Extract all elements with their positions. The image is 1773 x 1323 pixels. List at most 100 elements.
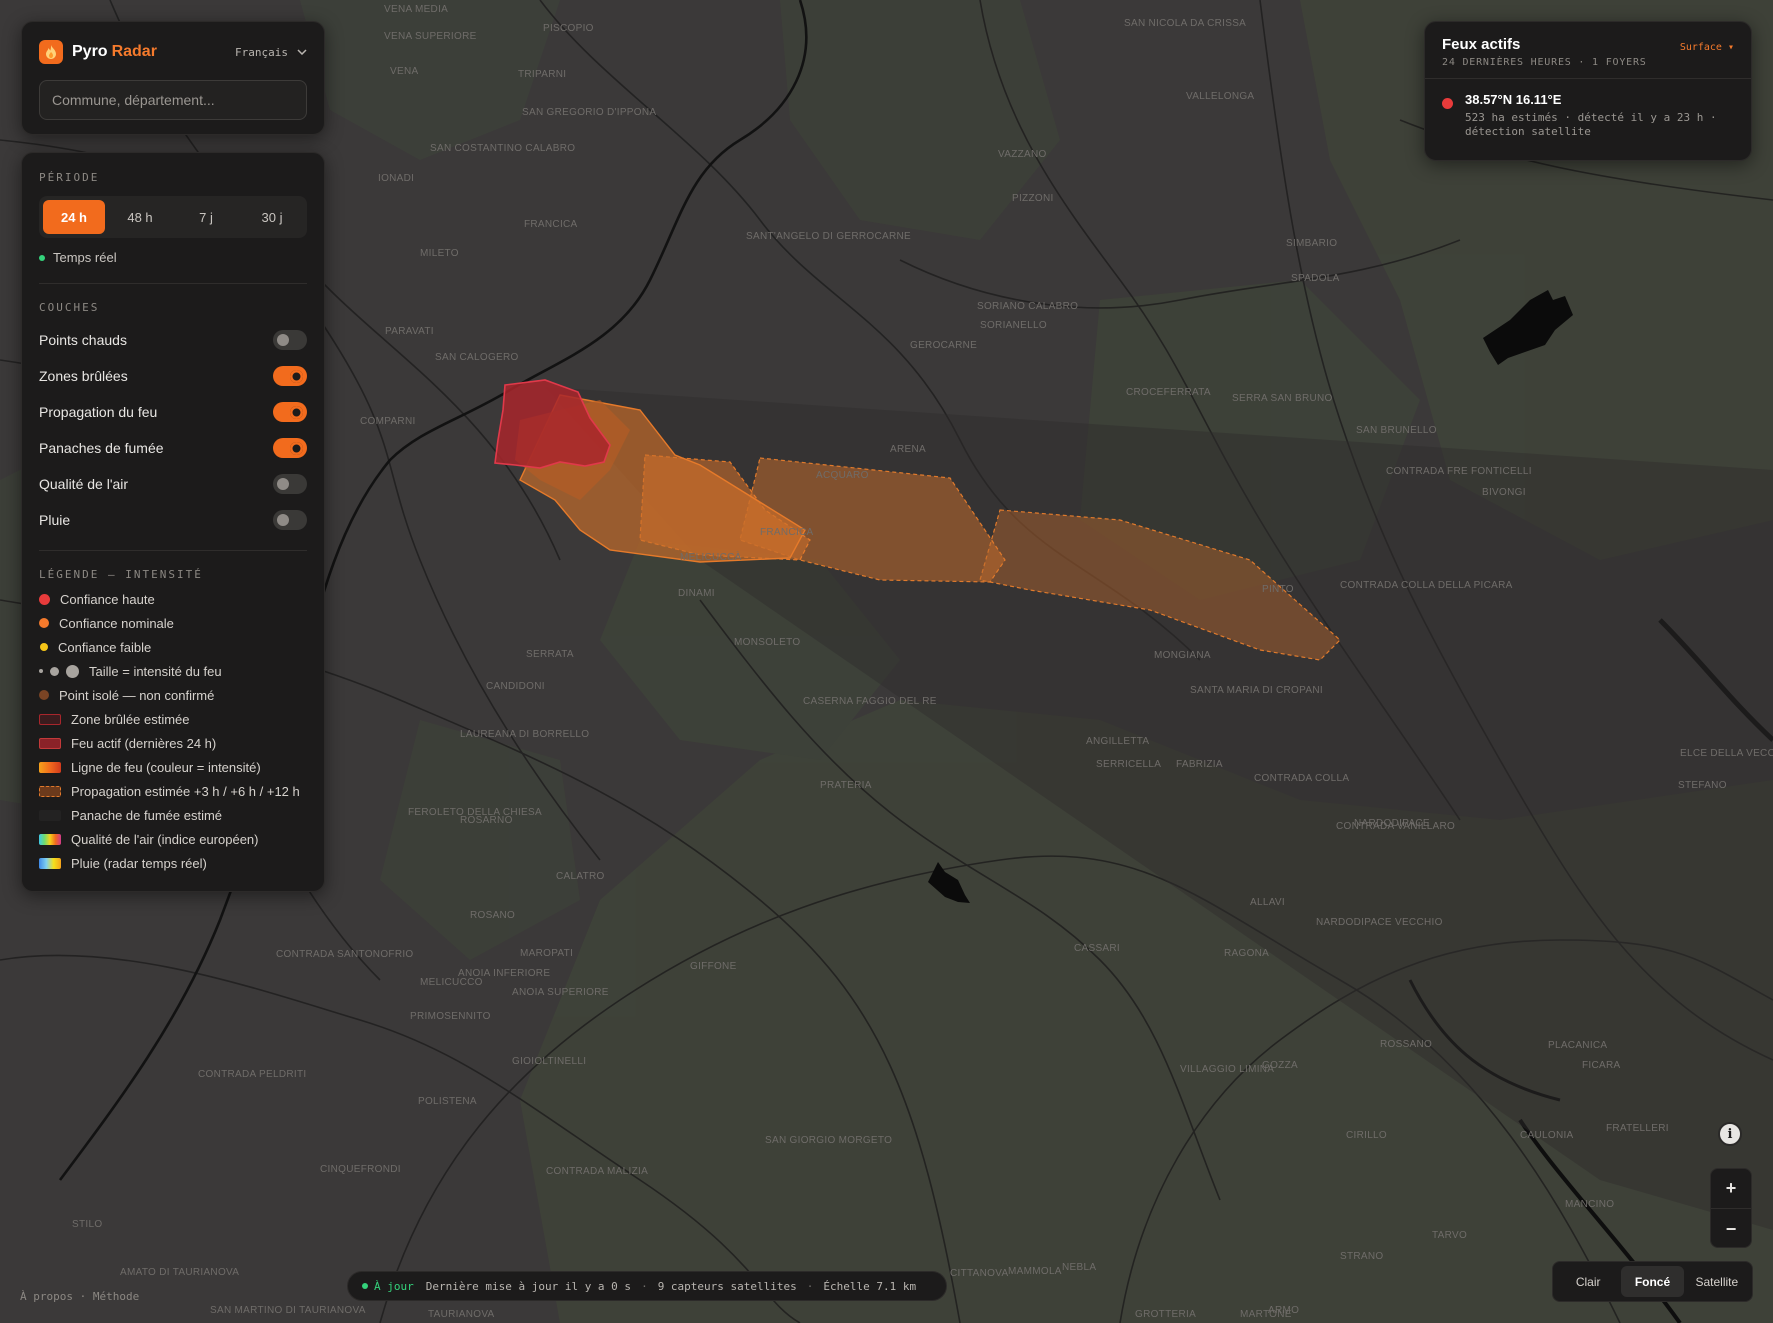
place-label: CROCEFERRATA	[1126, 387, 1211, 398]
smoke-swatch-icon	[39, 809, 61, 821]
status-ok: À jour	[362, 1280, 414, 1293]
place-label: FABRIZIA	[1176, 759, 1223, 770]
legend-label: Feu actif (dernières 24 h)	[71, 735, 217, 751]
place-label: LAUREANA DI BORRELLO	[460, 729, 590, 740]
basemap-dark[interactable]: Foncé	[1621, 1266, 1684, 1297]
toggle-smoke-plumes[interactable]	[273, 438, 307, 458]
place-label: MONSOLETO	[734, 637, 801, 648]
legend-label: Propagation estimée +3 h / +6 h / +12 h	[71, 783, 300, 799]
legend-label: Confiance haute	[60, 591, 155, 607]
legend-item: Propagation estimée +3 h / +6 h / +12 h	[39, 779, 307, 803]
sort-dropdown[interactable]: Surface ▾	[1680, 42, 1734, 68]
brand-accent: Radar	[111, 43, 157, 60]
place-label: CAULONIA	[1520, 1130, 1574, 1141]
legend-label: Confiance nominale	[59, 615, 174, 631]
legend-item: Zone brûlée estimée	[39, 707, 307, 731]
language-select[interactable]: Français	[235, 46, 307, 59]
method-link[interactable]: Méthode	[93, 1290, 139, 1303]
layer-smoke-plumes[interactable]: Panaches de fumée	[39, 430, 307, 466]
fire-detail-line: 523 ha estimés · détecté il y a 23 h ·	[1465, 111, 1717, 124]
brand-panel: Pyro Radar Français	[21, 21, 325, 135]
place-label: SAN NICOLA DA CRISSA	[1124, 18, 1247, 29]
place-label: SANTA MARIA DI CROPANI	[1190, 685, 1323, 696]
place-label: SORIANELLO	[980, 320, 1047, 331]
place-label: NARDODIPACE	[1354, 818, 1430, 829]
zoom-out-button[interactable]: −	[1711, 1209, 1751, 1249]
about-link[interactable]: À propos	[20, 1290, 73, 1303]
search-input[interactable]	[39, 80, 307, 120]
controls-panel: PÉRIODE 24 h 48 h 7 j 30 j Temps réel CO…	[21, 152, 325, 892]
place-label: SANT'ANGELO DI GERROCARNE	[746, 231, 911, 242]
place-label: CONTRADA SANTONOFRIO	[276, 949, 414, 960]
place-label: SPADOLA	[1291, 273, 1340, 284]
layer-rain[interactable]: Pluie	[39, 502, 307, 538]
toggle-hotspots[interactable]	[273, 330, 307, 350]
period-7d[interactable]: 7 j	[175, 200, 237, 234]
place-label: SERRICELLA	[1096, 759, 1162, 770]
place-label: VALLELONGA	[1186, 91, 1255, 102]
place-label: MILETO	[420, 248, 459, 259]
place-label: PIZZONI	[1012, 193, 1054, 204]
legend-title: LÉGENDE — INTENSITÉ	[39, 568, 203, 581]
basemap-satellite[interactable]: Satellite	[1686, 1266, 1748, 1297]
fire-list-item[interactable]: 38.57°N 16.11°E 523 ha estimés · détecté…	[1425, 79, 1751, 152]
realtime-indicator: Temps réel	[39, 250, 307, 265]
place-label: CASERNA FAGGIO DEL RE	[803, 696, 937, 707]
status-sensors: 9 capteurs satellites	[657, 1279, 797, 1293]
place-label: GOZZA	[1262, 1060, 1298, 1071]
fire-dot-icon	[1442, 98, 1453, 109]
place-label: CANDIDONI	[486, 681, 545, 692]
place-label: BIVONGI	[1482, 487, 1526, 498]
place-label: SAN CALOGERO	[435, 352, 519, 363]
place-label: FICARA	[1582, 1060, 1621, 1071]
layer-label: Zones brûlées	[39, 368, 128, 384]
fire-detail-line: détection satellite	[1465, 125, 1591, 138]
period-24h[interactable]: 24 h	[43, 200, 105, 234]
place-label: SIMBARIO	[1286, 238, 1338, 249]
basemap-light[interactable]: Clair	[1557, 1266, 1619, 1297]
legend-label: Panache de fumée estimé	[71, 807, 223, 823]
place-label: MANCINO	[1565, 1199, 1615, 1210]
period-48h[interactable]: 48 h	[109, 200, 171, 234]
place-label: CIRILLO	[1346, 1130, 1388, 1141]
place-label: SAN GREGORIO D'IPPONA	[522, 107, 657, 118]
place-label: GIOIOLTINELLI	[512, 1056, 587, 1067]
fire-detail: 523 ha estimés · détecté il y a 23 h · d…	[1465, 111, 1717, 139]
period-30d[interactable]: 30 j	[241, 200, 303, 234]
info-icon[interactable]: i	[1718, 1122, 1742, 1146]
fires-subtitle: 24 DERNIÈRES HEURES · 1 FOYERS	[1442, 57, 1647, 68]
toggle-fire-spread[interactable]	[273, 402, 307, 422]
flame-icon	[39, 40, 63, 64]
place-label: VILLAGGIO LIMINA	[1180, 1064, 1275, 1075]
place-label: CASSARI	[1074, 943, 1121, 954]
toggle-burned-areas[interactable]	[273, 366, 307, 386]
place-label: GEROCARNE	[910, 340, 978, 351]
zoom-in-button[interactable]: +	[1711, 1169, 1751, 1209]
chevron-down-icon	[297, 49, 307, 55]
place-label: SORIANO CALABRO	[977, 301, 1079, 312]
place-label: DINAMI	[678, 588, 715, 599]
place-label: NARDODIPACE VECCHIO	[1316, 917, 1443, 928]
place-label: SERRA SAN BRUNO	[1232, 393, 1333, 404]
status-scale: Échelle 7.1 km	[823, 1279, 917, 1293]
layer-label: Pluie	[39, 512, 71, 528]
place-label: ANGILLETTA	[1086, 736, 1150, 747]
toggle-air-quality[interactable]	[273, 474, 307, 494]
dot-orange-icon	[39, 618, 49, 628]
layer-label: Points chauds	[39, 332, 127, 348]
place-label: ARMO	[1268, 1305, 1300, 1316]
place-label: NEBLA	[1062, 1262, 1097, 1273]
layer-fire-spread[interactable]: Propagation du feu	[39, 394, 307, 430]
place-label: STRANO	[1340, 1251, 1384, 1262]
legend-item: Taille = intensité du feu	[39, 659, 307, 683]
layer-air-quality[interactable]: Qualité de l'air	[39, 466, 307, 502]
place-label: CONTRADA MALIZIA	[546, 1166, 649, 1177]
place-label: MAMMOLA	[1008, 1266, 1062, 1277]
layer-hotspots[interactable]: Points chauds	[39, 322, 307, 358]
place-label: AMATO DI TAURIANOVA	[120, 1267, 240, 1278]
layer-burned-areas[interactable]: Zones brûlées	[39, 358, 307, 394]
place-label: CONTRADA PELDRITI	[198, 1069, 307, 1080]
toggle-rain[interactable]	[273, 510, 307, 530]
layers-title: COUCHES	[39, 301, 100, 314]
legend-item: Confiance nominale	[39, 611, 307, 635]
